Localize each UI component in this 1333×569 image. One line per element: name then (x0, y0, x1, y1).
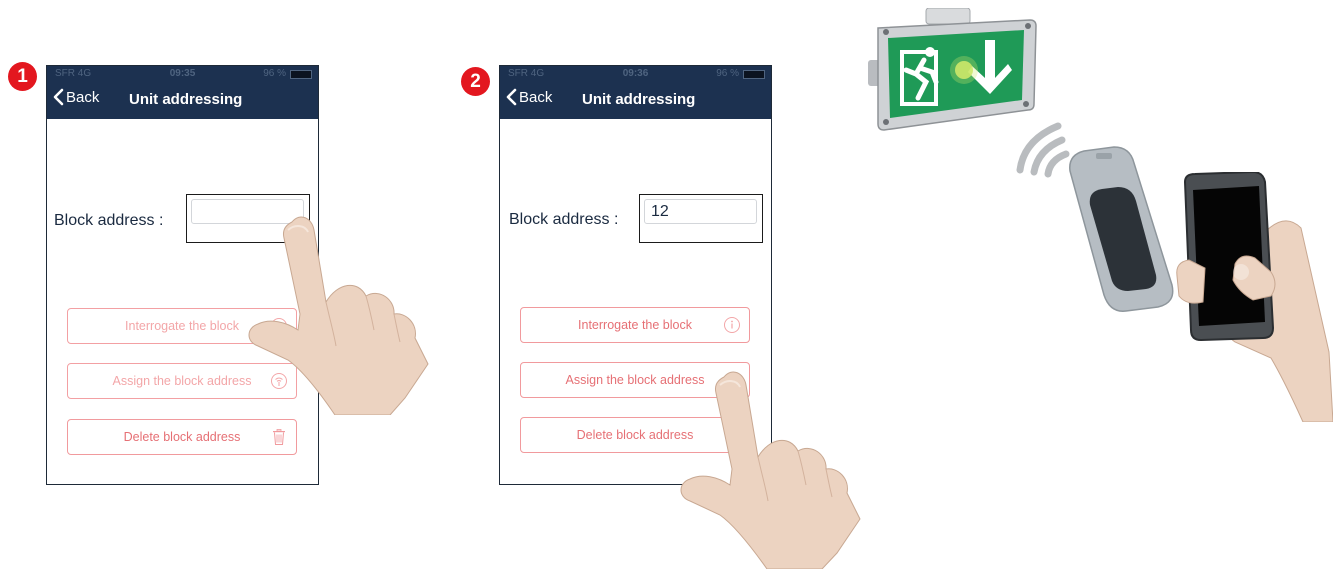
battery-icon (743, 70, 765, 79)
block-address-label: Block address : (54, 212, 164, 229)
holding-smartphone-illustration (1176, 172, 1333, 422)
block-address-label: Block address : (509, 211, 619, 228)
chevron-left-icon (506, 88, 517, 106)
interrogate-block-button[interactable]: Interrogate the block (520, 307, 750, 343)
back-label: Back (66, 88, 100, 106)
status-bar: SFR 4G 09:35 96 % (47, 66, 318, 81)
interrogate-block-label: Interrogate the block (125, 319, 239, 333)
delete-block-address-label: Delete block address (123, 430, 241, 444)
step-number-badge: 2 (461, 67, 490, 96)
battery-percent: 96 % (263, 68, 286, 79)
battery-icon (290, 70, 312, 79)
nav-bar: Back Unit addressing (500, 81, 771, 119)
info-icon (724, 317, 740, 333)
chevron-left-icon (53, 88, 64, 106)
pointing-hand-illustration (248, 216, 429, 415)
trash-icon (273, 429, 285, 445)
block-address-highlight (639, 194, 763, 243)
assign-block-address-label: Assign the block address (112, 374, 252, 388)
delete-block-address-button[interactable]: Delete block address (67, 419, 297, 455)
back-button[interactable]: Back (506, 88, 552, 106)
step-number-badge: 1 (8, 62, 37, 91)
interrogate-block-label: Interrogate the block (578, 318, 692, 332)
nav-bar: Back Unit addressing (47, 81, 318, 119)
battery-percent: 96 % (716, 68, 739, 79)
status-bar: SFR 4G 09:36 96 % (500, 66, 771, 81)
block-address-input[interactable] (644, 199, 757, 224)
pointing-hand-illustration (680, 371, 861, 569)
back-button[interactable]: Back (53, 88, 99, 106)
page-title: Unit addressing (129, 91, 243, 108)
page-title: Unit addressing (582, 91, 696, 108)
back-label: Back (519, 88, 553, 106)
